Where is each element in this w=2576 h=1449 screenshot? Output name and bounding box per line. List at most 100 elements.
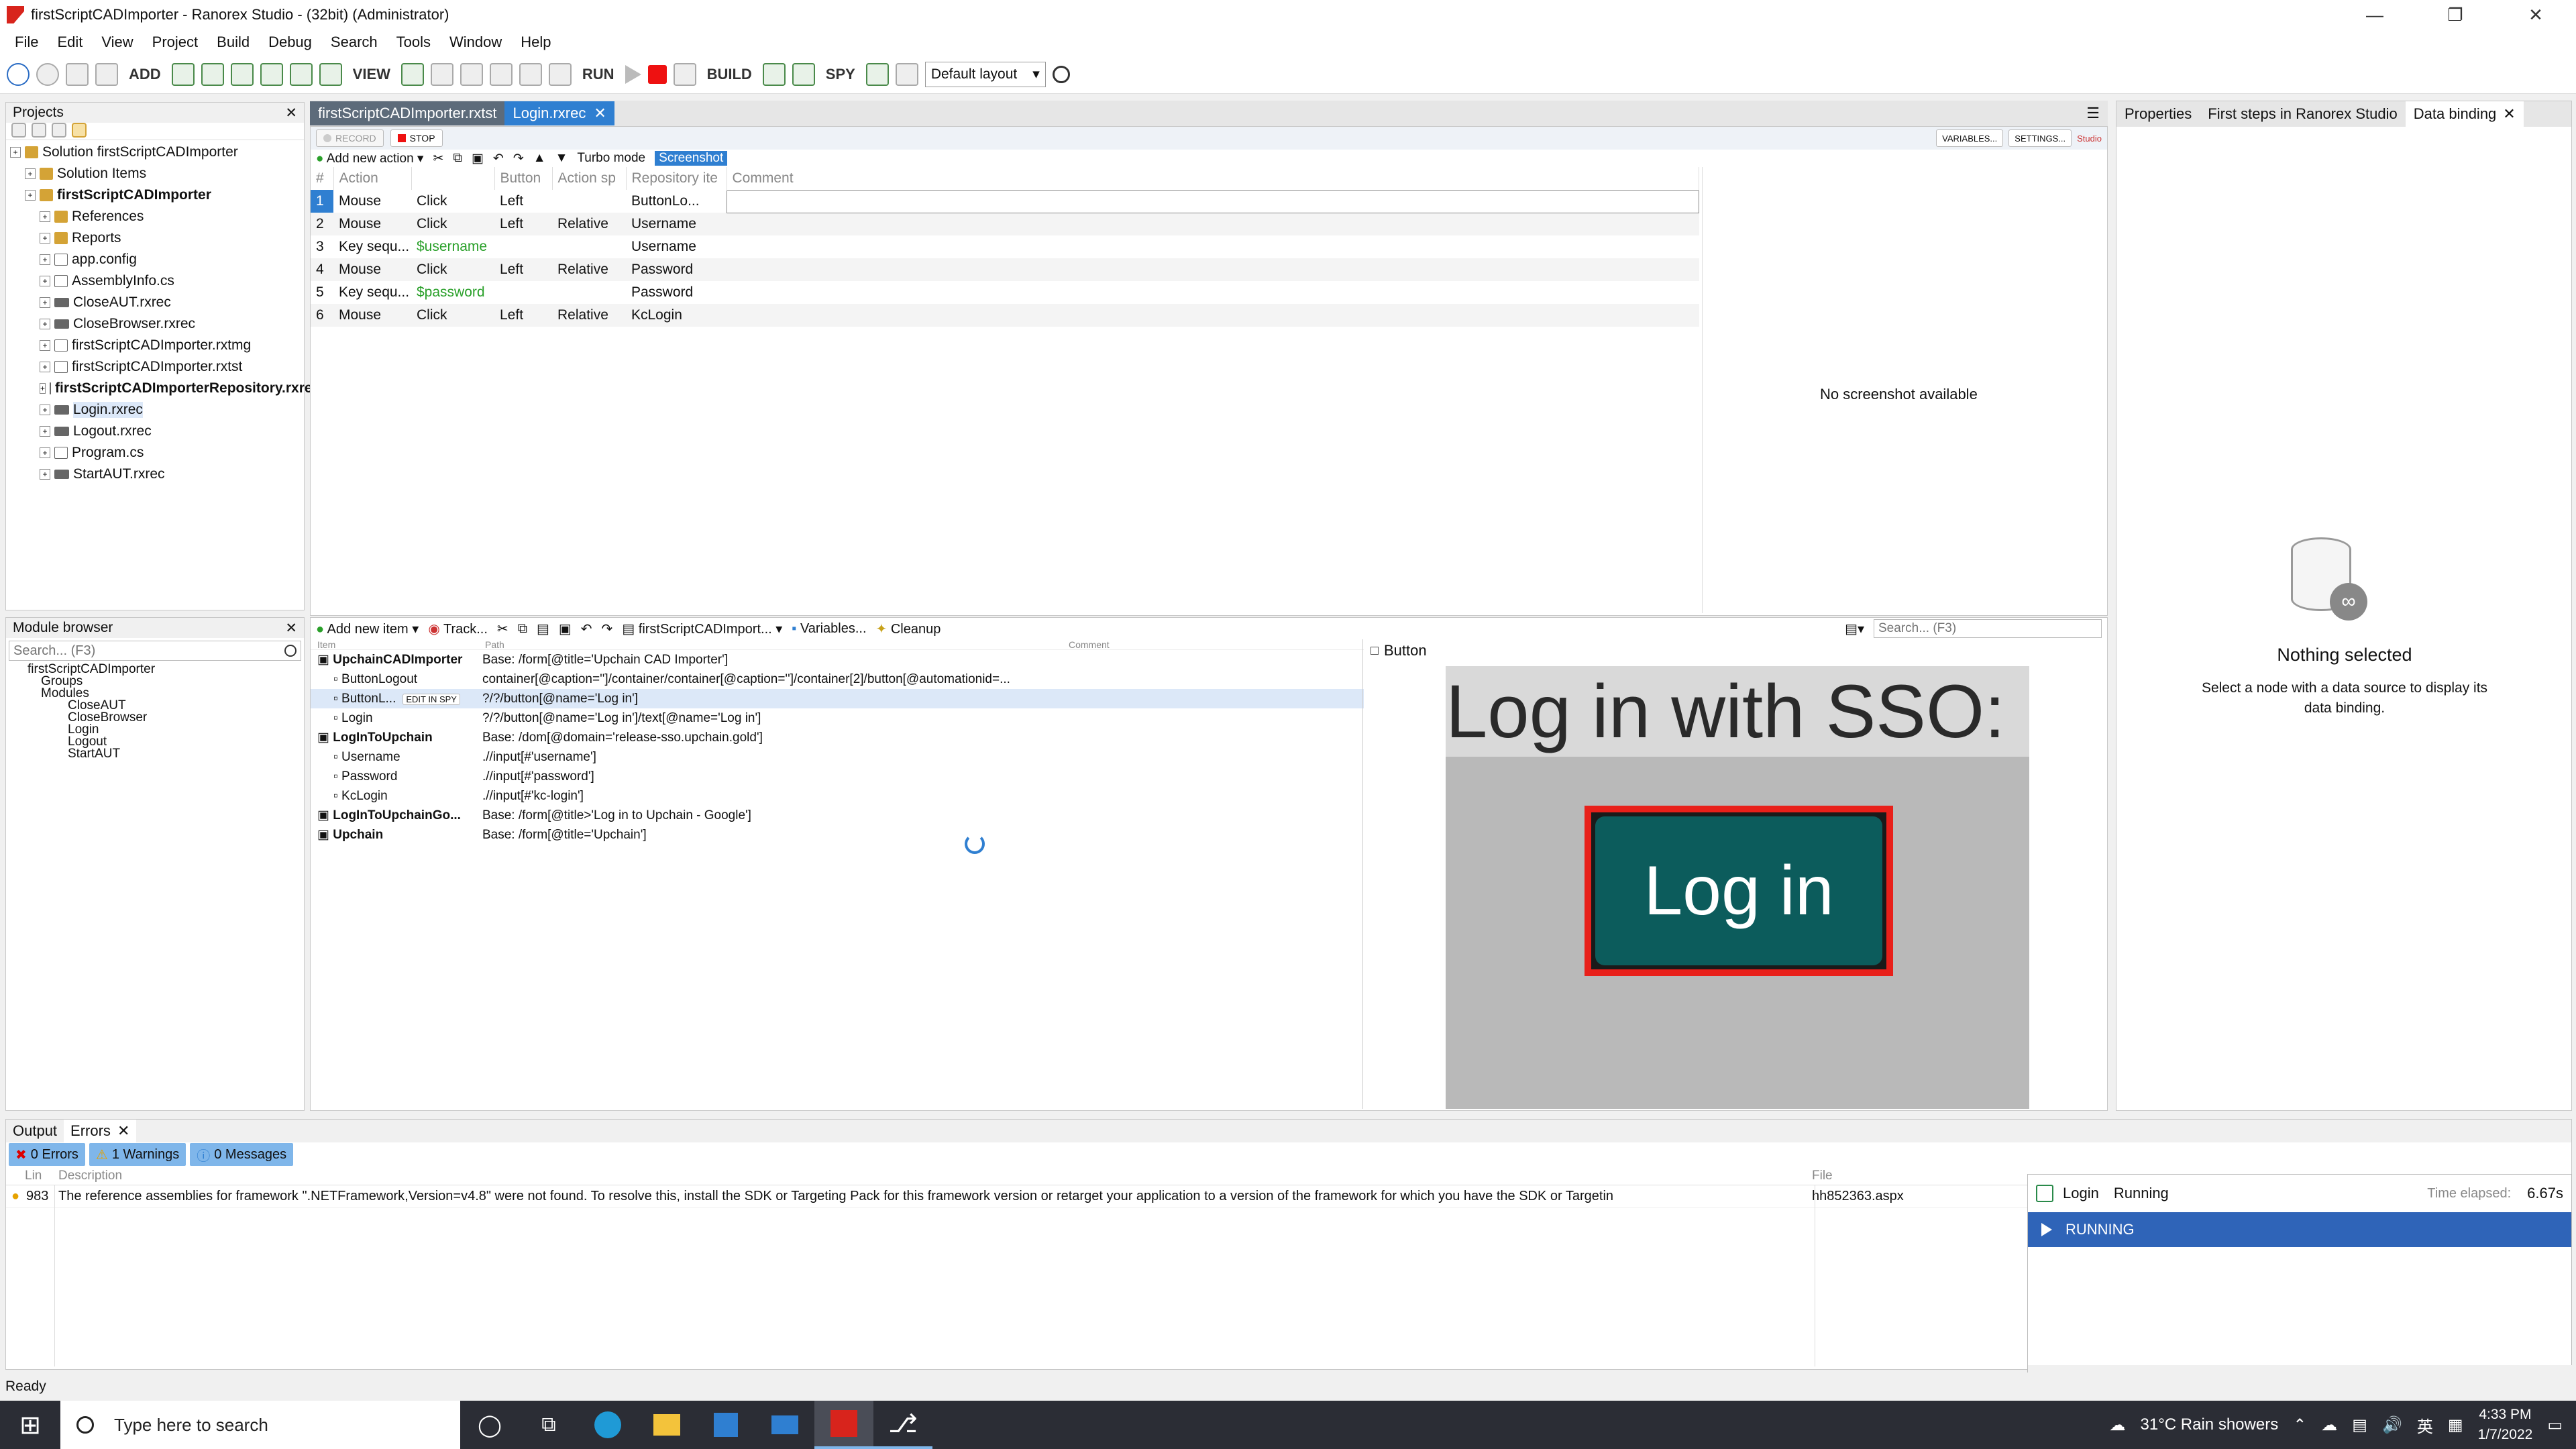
action-button[interactable] bbox=[494, 281, 552, 304]
view-report-icon[interactable] bbox=[460, 62, 483, 86]
cleanup-button[interactable]: ✦ Cleanup bbox=[876, 621, 941, 637]
add-new-action-button[interactable]: ● Add new action ▾ bbox=[316, 151, 423, 166]
action-spot[interactable]: Relative bbox=[552, 258, 626, 281]
build-label[interactable]: BUILD bbox=[703, 66, 756, 83]
action-button[interactable]: Left bbox=[494, 190, 552, 213]
mail-icon[interactable] bbox=[755, 1415, 814, 1434]
view-solution-icon[interactable] bbox=[400, 62, 424, 86]
repository-item-path[interactable]: Base: /form[@title='Upchain'] bbox=[478, 825, 1364, 845]
app-taskbar-icon[interactable]: ⎇ bbox=[873, 1401, 932, 1449]
warnings-filter[interactable]: ⚠ 1 Warnings bbox=[89, 1143, 186, 1166]
view-settings-icon[interactable] bbox=[489, 62, 513, 86]
action-number[interactable]: 1 bbox=[311, 190, 333, 213]
expand-icon[interactable]: + bbox=[40, 254, 50, 265]
tab-menu-icon[interactable]: ☰ bbox=[2086, 105, 2100, 122]
action-row[interactable]: 5 Key sequ... $password Password bbox=[311, 281, 1699, 304]
tab-errors[interactable]: Errors ✕ bbox=[64, 1120, 137, 1142]
view-label[interactable]: VIEW bbox=[349, 66, 394, 83]
track-button[interactable]: ◉ Track... bbox=[428, 621, 488, 637]
spy-label[interactable]: SPY bbox=[822, 66, 859, 83]
taskbar-search[interactable]: Type here to search bbox=[60, 1401, 460, 1449]
expand-icon[interactable]: + bbox=[40, 426, 50, 437]
project-tree-item[interactable]: + firstScriptCADImporter.rxtmg bbox=[6, 335, 304, 356]
move-up-icon[interactable]: ▲ bbox=[533, 151, 546, 166]
repository-row[interactable]: ▣ LogInToUpchain Base: /dom[@domain='rele… bbox=[311, 728, 1364, 747]
action-repository-item[interactable]: Password bbox=[626, 258, 727, 281]
weather-icon[interactable]: ☁ bbox=[2110, 1415, 2126, 1435]
project-tree-item[interactable]: + References bbox=[6, 206, 304, 227]
folder-icon[interactable] bbox=[72, 123, 87, 138]
search-icon[interactable] bbox=[1052, 65, 1070, 83]
cut-icon[interactable]: ✂ bbox=[433, 151, 443, 166]
menu-tools[interactable]: Tools bbox=[387, 34, 440, 51]
view-options-icon[interactable]: ▤▾ bbox=[1845, 621, 1864, 637]
menu-help[interactable]: Help bbox=[511, 34, 560, 51]
project-tree-item[interactable]: + firstScriptCADImporter.rxtst bbox=[6, 356, 304, 378]
forward-icon[interactable] bbox=[36, 62, 59, 86]
project-tree-item[interactable]: + app.config bbox=[6, 249, 304, 270]
add-item-icon[interactable] bbox=[319, 62, 342, 86]
action-row[interactable]: 3 Key sequ... $username Username bbox=[311, 235, 1699, 258]
project-tree-item[interactable]: + StartAUT.rxrec bbox=[6, 464, 304, 485]
notifications-icon[interactable]: ▭ bbox=[2547, 1415, 2563, 1435]
close-icon[interactable]: ✕ bbox=[285, 620, 297, 637]
action-detail[interactable]: Click bbox=[411, 258, 494, 281]
action-detail[interactable]: Click bbox=[411, 213, 494, 235]
expand-icon[interactable]: + bbox=[40, 319, 50, 329]
expand-icon[interactable]: + bbox=[40, 276, 50, 286]
project-tree-item[interactable]: + Solution Items bbox=[6, 163, 304, 184]
module-item-login[interactable]: Login bbox=[14, 723, 304, 736]
repository-row[interactable]: ▣ Upchain Base: /form[@title='Upchain'] bbox=[311, 825, 1364, 845]
store-icon[interactable] bbox=[696, 1413, 755, 1437]
layout-dropdown[interactable]: Default layout ▾ bbox=[924, 61, 1046, 87]
rebuild-icon[interactable] bbox=[792, 62, 815, 86]
repository-search-input[interactable] bbox=[1878, 621, 2093, 636]
repository-item-path[interactable]: Base: /dom[@domain='release-sso.upchain.… bbox=[478, 728, 1364, 747]
repository-row[interactable]: ▣ LogInToUpchainGo... Base: /form[@title>… bbox=[311, 806, 1364, 825]
add-code-module-icon[interactable] bbox=[230, 62, 254, 86]
action-spot[interactable] bbox=[552, 281, 626, 304]
action-row[interactable]: 1 Mouse Click Left Center ButtonLo... bbox=[311, 189, 1699, 213]
module-item-closeaut[interactable]: CloseAUT bbox=[14, 699, 304, 712]
edit-in-spy-button[interactable]: EDIT IN SPY bbox=[402, 693, 460, 705]
stop-icon[interactable] bbox=[647, 64, 667, 84]
task-view-icon[interactable]: ⧉ bbox=[519, 1413, 578, 1436]
delete-icon[interactable]: ▣ bbox=[559, 621, 572, 637]
project-tree-item[interactable]: + AssemblyInfo.cs bbox=[6, 270, 304, 292]
tab-output[interactable]: Output bbox=[6, 1122, 64, 1140]
run-home-icon[interactable] bbox=[673, 62, 696, 86]
back-icon[interactable] bbox=[7, 62, 30, 86]
project-tree-item[interactable]: + Logout.rxrec bbox=[6, 421, 304, 442]
cut-icon[interactable]: ✂ bbox=[497, 621, 508, 637]
move-down-icon[interactable]: ▼ bbox=[555, 151, 568, 166]
action-spot[interactable]: Center bbox=[552, 190, 626, 213]
close-icon[interactable]: ✕ bbox=[285, 105, 297, 121]
redo-icon[interactable]: ↷ bbox=[602, 621, 613, 637]
add-module-group-icon[interactable] bbox=[260, 62, 283, 86]
action-number[interactable]: 2 bbox=[311, 213, 333, 235]
action-spot[interactable]: Relative bbox=[552, 304, 626, 327]
volume-icon[interactable]: 🔊 bbox=[2382, 1415, 2402, 1435]
menu-view[interactable]: View bbox=[92, 34, 142, 51]
action-repository-item[interactable]: ButtonLo... bbox=[626, 190, 727, 213]
undo-icon[interactable]: ↶ bbox=[493, 151, 504, 166]
copy-icon[interactable]: ⧉ bbox=[453, 151, 462, 166]
file-explorer-icon[interactable] bbox=[637, 1414, 696, 1436]
project-tree-item[interactable]: + CloseBrowser.rxrec bbox=[6, 313, 304, 335]
expand-icon[interactable]: + bbox=[40, 340, 50, 351]
project-tree-item[interactable]: + firstScriptCADImporter bbox=[6, 184, 304, 206]
project-tree-item[interactable]: + Solution firstScriptCADImporter bbox=[6, 142, 304, 163]
paste-icon[interactable]: ▤ bbox=[537, 621, 549, 637]
action-comment[interactable] bbox=[727, 281, 1699, 304]
refresh-icon[interactable] bbox=[32, 123, 46, 138]
repository-item-path[interactable]: ?/?/button[@name='Log in']/text[@name='L… bbox=[478, 708, 1364, 728]
search-icon[interactable] bbox=[284, 645, 297, 657]
action-repository-item[interactable]: KcLogin bbox=[626, 304, 727, 327]
run-label[interactable]: RUN bbox=[578, 66, 619, 83]
expand-icon[interactable]: + bbox=[40, 362, 50, 372]
action-detail[interactable]: $password bbox=[411, 281, 494, 304]
repository-row[interactable]: ▣ UpchainCADImporter Base: /form[@title='… bbox=[311, 650, 1364, 669]
action-comment[interactable] bbox=[727, 213, 1699, 235]
repository-item-path[interactable]: .//input[#'kc-login'] bbox=[478, 786, 1364, 806]
record-button[interactable]: RECORD bbox=[316, 129, 384, 147]
